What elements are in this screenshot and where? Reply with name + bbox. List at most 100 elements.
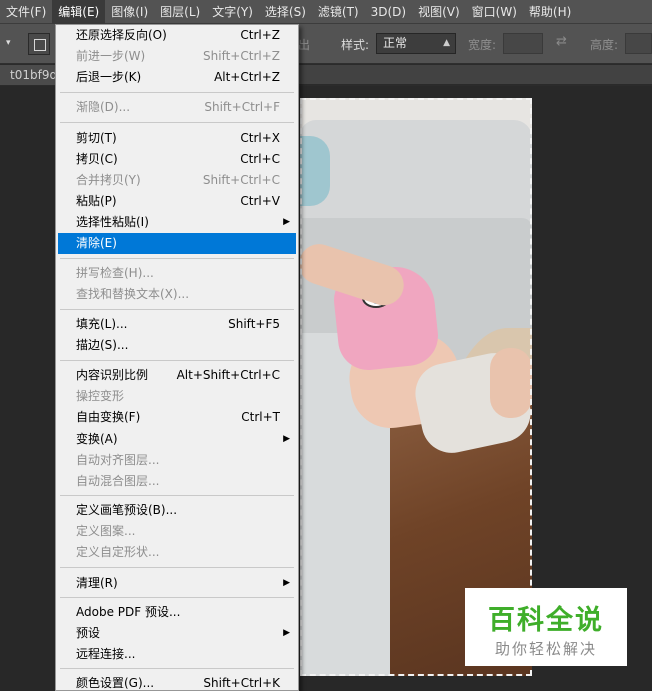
menu-item-presets[interactable]: 预设 ▶: [58, 623, 296, 644]
menu-item-label: 自动混合图层...: [76, 474, 160, 488]
menu-item-adobe-pdf-presets[interactable]: Adobe PDF 预设...: [58, 602, 296, 623]
menu-item-label: 还原选择反向(O): [76, 28, 167, 42]
menu-item-label: 预设: [76, 626, 101, 640]
menu-image[interactable]: 图像(I): [105, 0, 154, 24]
menu-item-label: Adobe PDF 预设...: [76, 605, 181, 619]
image-pillow: [300, 136, 330, 206]
menu-help[interactable]: 帮助(H): [523, 0, 577, 24]
menu-filter[interactable]: 滤镜(T): [312, 0, 365, 24]
image-figure-legs: [490, 348, 532, 418]
menu-item-undo[interactable]: 还原选择反向(O) Ctrl+Z: [58, 25, 296, 46]
menu-item-label: 定义画笔预设(B)...: [76, 503, 178, 517]
menu-separator: [60, 597, 294, 598]
edit-menu: 还原选择反向(O) Ctrl+Z 前进一步(W) Shift+Ctrl+Z 后退一步…: [55, 24, 299, 691]
menu-item-paste[interactable]: 粘贴(P) Ctrl+V: [58, 191, 296, 212]
style-label: 样式:: [341, 38, 370, 52]
menu-item-label: 粘贴(P): [76, 194, 117, 208]
menu-bar: 文件(F) 编辑(E) 图像(I) 图层(L) 文字(Y) 选择(S) 滤镜(T…: [0, 0, 652, 24]
menu-file[interactable]: 文件(F): [0, 0, 52, 24]
menu-item-label: 内容识别比例: [76, 368, 149, 382]
menu-item-label: 远程连接...: [76, 647, 136, 661]
image-sofa-back: [300, 120, 532, 230]
tool-preset-dropdown-icon[interactable]: ▾: [6, 38, 14, 50]
swap-icon[interactable]: ⇄: [556, 34, 567, 49]
menu-item-label: 自动对齐图层...: [76, 453, 160, 467]
menu-item-label: 颜色设置(G)...: [76, 676, 155, 690]
menu-item-label: 渐隐(D)...: [76, 100, 131, 114]
menu-item-label: 描边(S)...: [76, 338, 129, 352]
menu-item-copy[interactable]: 拷贝(C) Ctrl+C: [58, 149, 296, 170]
height-input[interactable]: [625, 33, 652, 54]
menu-item-shortcut: Shift+Ctrl+C: [202, 173, 280, 187]
menu-item-shortcut: Ctrl+Z: [240, 28, 280, 42]
menu-type[interactable]: 文字(Y): [206, 0, 259, 24]
menu-item-label: 后退一步(K): [76, 70, 142, 84]
menu-item-auto-blend-layers: 自动混合图层...: [58, 471, 296, 492]
menu-item-label: 清理(R): [76, 576, 118, 590]
watermark-badge: 百科全说 助你轻松解决: [465, 588, 627, 666]
menu-select[interactable]: 选择(S): [259, 0, 312, 24]
menu-item-cut[interactable]: 剪切(T) Ctrl+X: [58, 128, 296, 149]
menu-edit[interactable]: 编辑(E): [52, 0, 106, 24]
output-label: 出: [298, 38, 311, 52]
menu-view[interactable]: 视图(V): [412, 0, 466, 24]
menu-item-remote-connections[interactable]: 远程连接...: [58, 644, 296, 665]
watermark-subtitle: 助你轻松解决: [494, 640, 597, 658]
menu-item-find-replace: 查找和替换文本(X)...: [58, 284, 296, 305]
menu-item-label: 操控变形: [76, 389, 125, 403]
submenu-arrow-icon: ▶: [283, 434, 290, 444]
select-arrow-icon: ▲: [443, 38, 450, 48]
menu-item-label: 剪切(T): [76, 131, 117, 145]
menu-item-copy-merged: 合并拷贝(Y) Shift+Ctrl+C: [58, 170, 296, 191]
menu-item-content-aware-scale[interactable]: 内容识别比例 Alt+Shift+Ctrl+C: [58, 365, 296, 386]
menu-item-shortcut: Alt+Shift+Ctrl+C: [176, 368, 280, 382]
menu-separator: [60, 360, 294, 361]
menu-item-shortcut: Shift+F5: [228, 317, 280, 331]
menu-separator: [60, 495, 294, 496]
menu-window[interactable]: 窗口(W): [466, 0, 523, 24]
menu-item-free-transform[interactable]: 自由变换(F) Ctrl+T: [58, 407, 296, 428]
menu-item-shortcut: Alt+Ctrl+Z: [214, 70, 280, 84]
menu-item-label: 定义自定形状...: [76, 545, 160, 559]
menu-item-shortcut: Ctrl+V: [240, 194, 280, 208]
menu-item-define-brush[interactable]: 定义画笔预设(B)...: [58, 500, 296, 521]
menu-separator: [60, 567, 294, 568]
menu-item-shortcut: Ctrl+T: [241, 410, 280, 424]
menu-item-step-forward: 前进一步(W) Shift+Ctrl+Z: [58, 46, 296, 67]
menu-item-step-backward[interactable]: 后退一步(K) Alt+Ctrl+Z: [58, 67, 296, 88]
menu-separator: [60, 309, 294, 310]
menu-item-purge[interactable]: 清理(R) ▶: [58, 573, 296, 594]
menu-item-label: 选择性粘贴(I): [76, 215, 149, 229]
menu-item-shortcut: Shift+Ctrl+F: [204, 100, 280, 114]
menu-item-label: 拼写检查(H)...: [76, 266, 154, 280]
menu-item-shortcut: Shift+Ctrl+K: [203, 676, 280, 690]
width-label: 宽度:: [468, 38, 497, 52]
menu-item-define-custom-shape: 定义自定形状...: [58, 542, 296, 563]
menu-item-stroke[interactable]: 描边(S)...: [58, 335, 296, 356]
menu-item-clear[interactable]: 清除(E): [58, 233, 296, 254]
menu-item-label: 拷贝(C): [76, 152, 118, 166]
menu-separator: [60, 92, 294, 93]
menu-item-transform[interactable]: 变换(A) ▶: [58, 429, 296, 450]
menu-item-shortcut: Ctrl+X: [240, 131, 280, 145]
width-input[interactable]: [503, 33, 543, 54]
menu-layer[interactable]: 图层(L): [154, 0, 206, 24]
height-label: 高度:: [590, 38, 619, 52]
marquee-new-selection-icon[interactable]: [28, 33, 50, 55]
menu-item-paste-special[interactable]: 选择性粘贴(I) ▶: [58, 212, 296, 233]
menu-item-shortcut: Shift+Ctrl+Z: [203, 49, 280, 63]
menu-item-shortcut: Ctrl+C: [240, 152, 280, 166]
style-select[interactable]: 正常 ▲: [376, 33, 456, 54]
menu-item-fade: 渐隐(D)... Shift+Ctrl+F: [58, 97, 296, 118]
menu-separator: [60, 122, 294, 123]
menu-item-fill[interactable]: 填充(L)... Shift+F5: [58, 314, 296, 335]
menu-item-label: 清除(E): [76, 236, 117, 250]
menu-item-color-settings[interactable]: 颜色设置(G)... Shift+Ctrl+K: [58, 673, 296, 691]
submenu-arrow-icon: ▶: [283, 628, 290, 638]
document-tab[interactable]: t01bf9d: [0, 65, 58, 85]
menu-3d[interactable]: 3D(D): [365, 0, 412, 24]
menu-item-label: 查找和替换文本(X)...: [76, 287, 190, 301]
menu-item-label: 前进一步(W): [76, 49, 146, 63]
submenu-arrow-icon: ▶: [283, 578, 290, 588]
menu-item-auto-align-layers: 自动对齐图层...: [58, 450, 296, 471]
